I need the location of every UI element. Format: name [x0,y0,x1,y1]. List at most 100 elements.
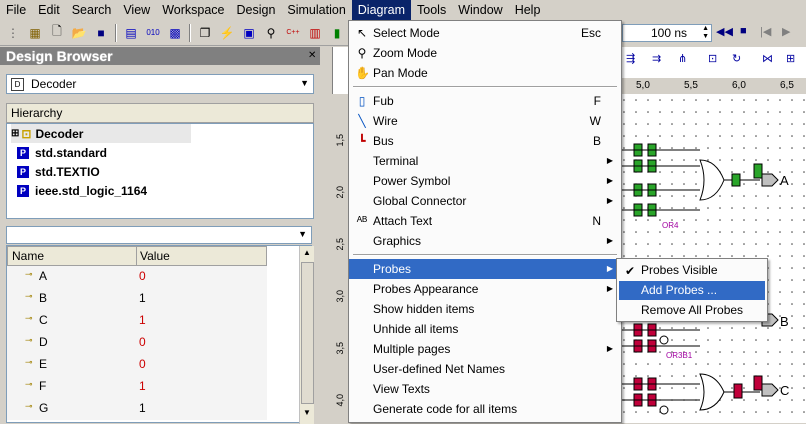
connect-tool-icon[interactable]: ⋈ [762,52,773,65]
menu-item-probes[interactable]: Probes ▶ [349,259,621,279]
menu-item-zoom-mode[interactable]: ⚲ Zoom Mode [349,43,621,63]
menu-workspace[interactable]: Workspace [156,0,230,20]
menu-item-probes-appearance[interactable]: Probes Appearance ▶ [349,279,621,299]
panel-close-icon[interactable]: ✕ [308,50,316,61]
align-tool-icon[interactable]: ⊞ [786,52,795,65]
menu-item-attach-text[interactable]: ᴬᴮ Attach Text N [349,211,621,231]
grid-icon[interactable]: ▩ [166,24,184,42]
stop-icon[interactable]: ■ [740,25,747,37]
signal-row[interactable]: ⊸ A 0 [7,266,267,288]
scrollbar[interactable]: ▲ ▼ [299,246,314,424]
open-folder-icon[interactable]: 📂 [70,24,88,42]
menu-item-select-mode[interactable]: ↖ Select Mode Esc [349,23,621,43]
signal-row[interactable]: ⊸ G 1 [7,398,267,420]
code-debug-icon[interactable]: C++ [284,24,302,42]
text-tool-icon[interactable]: ⊡ [708,52,717,65]
scroll-down-icon[interactable]: ▼ [303,408,311,417]
signal-row[interactable]: ⊸ F 1 [7,376,267,398]
save-icon[interactable]: ■ [92,24,110,42]
menu-item-label: Attach Text [373,214,433,228]
grid-dot [707,99,709,101]
menu-separator [353,86,617,88]
diagram-menu: ↖ Select Mode Esc ⚲ Zoom Mode ✋ Pan Mode ▯ Fub F ╲… [348,20,622,423]
menu-item-power-symbol[interactable]: Power Symbol ▶ [349,171,621,191]
chevron-down-icon[interactable]: ▼ [300,78,309,88]
menu-item-view-texts[interactable]: View Texts [349,379,621,399]
menu-edit[interactable]: Edit [32,0,66,20]
menu-item-graphics[interactable]: Graphics ▶ [349,231,621,251]
menu-item-show-hidden-items[interactable]: Show hidden items [349,299,621,319]
menu-item-wire[interactable]: ╲ Wire W [349,111,621,131]
menu-item-label: Pan Mode [373,66,428,80]
expand-icon[interactable]: ⊞ [11,128,19,139]
step-forward-icon[interactable]: ▶ [782,25,790,38]
tree-item-ieee[interactable]: P ieee.std_logic_1164 [17,181,147,200]
grid-dot [695,327,697,329]
menu-search[interactable]: Search [66,0,118,20]
find-icon[interactable]: ⚲ [262,24,280,42]
menu-item-pan-mode[interactable]: ✋ Pan Mode [349,63,621,83]
filter-select[interactable]: ▼ [6,226,312,244]
column-divider[interactable] [136,247,137,265]
books-icon[interactable]: ▮ [328,24,346,42]
wire-tool-icon[interactable]: ⇶ [626,52,635,65]
menu-help[interactable]: Help [509,0,547,20]
grid-dot [671,207,673,209]
binary-icon[interactable]: 010 [144,24,162,42]
signal-row[interactable]: ⊸ B 1 [7,288,267,310]
menu-simulation[interactable]: Simulation [281,0,351,20]
submenu-item-remove-all-probes[interactable]: Remove All Probes [619,301,765,320]
tree-item-std-standard[interactable]: P std.standard [17,143,107,162]
rotate-tool-icon[interactable]: ↻ [732,52,741,65]
window-icon[interactable]: ❐ [196,24,214,42]
grid-dot [719,147,721,149]
menu-tools[interactable]: Tools [411,0,452,20]
grid-dot [803,207,805,209]
toolbar-grip-icon: ⋮ [7,25,19,40]
library-icon[interactable]: ▥ [306,24,324,42]
compile-icon[interactable]: ▤ [122,24,140,42]
submenu-item-add-probes[interactable]: Add Probes ... [619,281,765,300]
scroll-up-icon[interactable]: ▲ [303,248,311,257]
new-file-icon[interactable]: 🗋 [48,24,66,42]
grid-dot [767,243,769,245]
tree-item-label: Decoder [35,126,84,141]
spinner-icon[interactable]: ▲ ▼ [702,25,709,41]
new-workspace-icon[interactable]: ▦ [26,24,44,42]
name-column-header[interactable]: Name [12,249,44,263]
menu-diagram[interactable]: Diagram [351,0,412,20]
menu-item-user-defined-net-names[interactable]: User-defined Net Names [349,359,621,379]
output-label-b: B [780,314,789,329]
block-icon[interactable]: ▣ [240,24,258,42]
menu-file[interactable]: File [0,0,32,20]
chevron-down-icon[interactable]: ▼ [298,229,307,239]
bus-tool-icon[interactable]: ⇉ [652,52,661,65]
menu-design[interactable]: Design [230,0,281,20]
tree-item-std-textio[interactable]: P std.TEXTIO [17,162,100,181]
step-back-icon[interactable]: |◀ [760,25,771,38]
tree-item-decoder[interactable]: ⊞ ⊡ Decoder [11,124,191,143]
waveform-icon[interactable]: ⚡ [218,24,236,42]
signal-row[interactable]: ⊸ D 0 [7,332,267,354]
grid-dot [731,339,733,341]
menu-item-multiple-pages[interactable]: Multiple pages ▶ [349,339,621,359]
menu-item-bus[interactable]: ┗ Bus B [349,131,621,151]
menu-item-fub[interactable]: ▯ Fub F [349,91,621,111]
submenu-item-probes-visible[interactable]: ✔ Probes Visible [619,261,765,280]
rewind-icon[interactable]: ◀◀ [716,25,733,38]
net-tool-icon[interactable]: ⋔ [678,52,687,65]
menu-item-unhide-all-items[interactable]: Unhide all items [349,319,621,339]
scroll-thumb[interactable] [301,262,314,404]
menu-item-terminal[interactable]: Terminal ▶ [349,151,621,171]
grid-dot [731,171,733,173]
signal-row[interactable]: ⊸ C 1 [7,310,267,332]
menu-view[interactable]: View [117,0,156,20]
menu-item-generate-code-for-all-items[interactable]: Generate code for all items [349,399,621,419]
time-field[interactable]: 100 ns ▲ ▼ [622,24,712,42]
menu-item-global-connector[interactable]: Global Connector ▶ [349,191,621,211]
design-select[interactable]: D Decoder ▼ [6,74,314,94]
grid-dot [623,363,625,365]
value-column-header[interactable]: Value [140,247,170,265]
menu-window[interactable]: Window [452,0,508,20]
signal-row[interactable]: ⊸ E 0 [7,354,267,376]
